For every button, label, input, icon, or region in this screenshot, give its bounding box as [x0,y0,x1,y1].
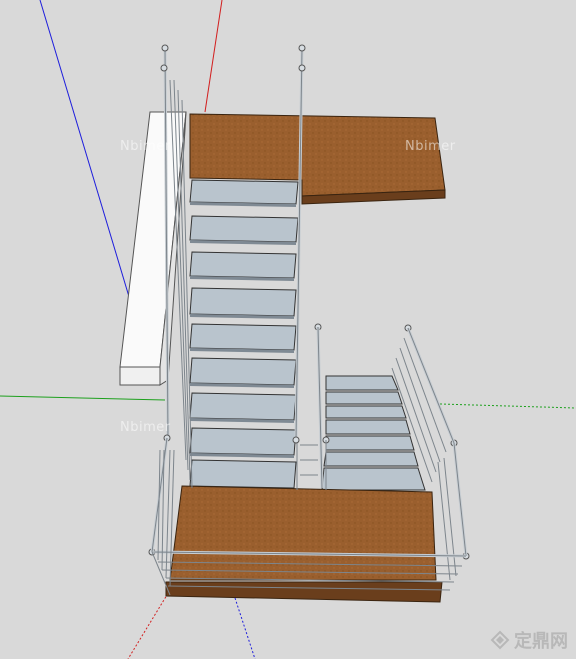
green-axis-dotted [439,403,576,409]
white-wall [119,111,187,386]
main-step [189,459,297,489]
right-flight [321,375,426,491]
main-step [189,287,297,319]
main-step [189,215,299,245]
red-axis-dotted [127,589,171,659]
main-step [189,357,297,388]
red-axis [204,0,223,113]
lower-landing [165,485,443,603]
blue-axis-dotted [234,597,256,659]
main-step [189,392,297,423]
blue-axis [39,0,131,301]
main-step [189,323,297,353]
main-step [189,251,297,281]
green-axis [0,395,166,401]
main-step [189,179,299,207]
model-viewport[interactable] [0,0,576,659]
main-flight [189,179,299,489]
main-step [189,427,297,458]
